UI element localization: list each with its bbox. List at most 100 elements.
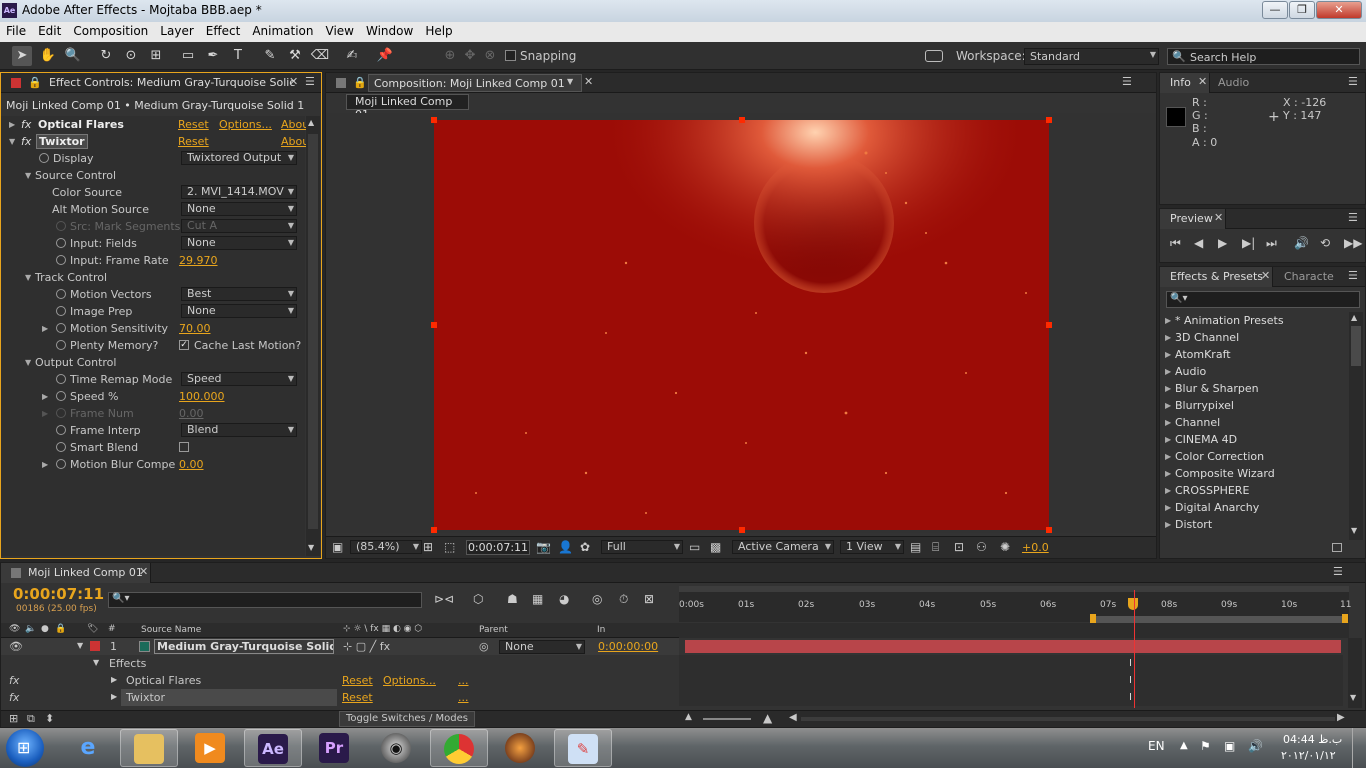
scroll-thumb[interactable]: [1351, 326, 1361, 366]
expand-triangle-icon[interactable]: ▶: [1165, 367, 1171, 376]
twixtor-about-link[interactable]: Abou: [281, 135, 309, 148]
expand-triangle-icon[interactable]: ▶: [111, 692, 117, 701]
audio-tab-title[interactable]: Audio: [1218, 76, 1249, 89]
track-control-group[interactable]: ▼ Track Control: [1, 269, 319, 286]
fx-icon[interactable]: fx: [9, 674, 19, 687]
hide-shy-layers-icon[interactable]: ☗: [507, 592, 518, 606]
current-time-indicator[interactable]: [1134, 590, 1135, 708]
collapse-triangle-icon[interactable]: ▼: [25, 171, 31, 180]
motion-blur-compe-value[interactable]: 0.00: [179, 458, 204, 471]
expand-layer-switches-icon[interactable]: ⊞: [9, 712, 18, 725]
stopwatch-icon[interactable]: [56, 374, 66, 384]
stopwatch-icon[interactable]: [56, 255, 66, 265]
layer-switches[interactable]: ⊹ ▢ ╱ fx: [343, 640, 390, 653]
roto-brush-icon[interactable]: ✍: [342, 46, 362, 66]
effects-group-row[interactable]: ▼ Effects: [1, 655, 679, 672]
fast-previews-icon[interactable]: ⌸: [932, 540, 939, 555]
snapshot-icon[interactable]: 📷: [536, 540, 551, 554]
taskbar-premiere[interactable]: Pr: [306, 729, 364, 767]
stopwatch-icon[interactable]: [56, 289, 66, 299]
axis-mode-icon[interactable]: ⊕: [440, 46, 460, 66]
list-item[interactable]: ▶ Channel: [1160, 414, 1340, 431]
expand-triangle-icon[interactable]: ▶: [1165, 503, 1171, 512]
taskbar-paint[interactable]: ✎: [554, 729, 612, 767]
zoom-slider[interactable]: [703, 718, 751, 720]
motion-blur-icon[interactable]: ◕: [559, 592, 569, 606]
lock-icon[interactable]: 🔒: [353, 76, 367, 89]
layer-name[interactable]: Medium Gray-Turquoise Solid 1: [154, 639, 334, 654]
clock-time[interactable]: 04:44 ب.ظ: [1283, 733, 1342, 746]
collapse-triangle-icon[interactable]: ▼: [77, 641, 83, 650]
eye-icon[interactable]: 👁: [9, 640, 23, 653]
optical-flares-about-link[interactable]: Abou: [281, 118, 309, 131]
table-row[interactable]: 👁 ▼ 1 Medium Gray-Turquoise Solid 1 ⊹ ▢ …: [1, 638, 679, 655]
expand-transfer-controls-icon[interactable]: ⧉: [27, 712, 35, 726]
optical-flares-options-link[interactable]: Options...: [383, 674, 436, 687]
scroll-right-icon[interactable]: ▶: [1337, 712, 1345, 723]
mask-visibility-icon[interactable]: ⬚: [444, 540, 455, 554]
network-icon[interactable]: ▣: [1224, 739, 1235, 753]
stopwatch-icon[interactable]: [56, 425, 66, 435]
scroll-up-icon[interactable]: ▲: [308, 118, 314, 127]
transparency-grid-icon[interactable]: ▩: [710, 540, 721, 554]
twixtor-layer-row[interactable]: fx ▶ Twixtor Reset ...: [1, 689, 679, 706]
hand-tool-icon[interactable]: ✋: [38, 46, 58, 66]
parent-dropdown[interactable]: None: [499, 640, 585, 654]
motion-sensitivity-value[interactable]: 70.00: [179, 322, 211, 335]
graph-editor-icon[interactable]: ⊠: [644, 592, 654, 606]
twixtor-reset-link[interactable]: Reset: [178, 135, 209, 148]
scroll-up-icon[interactable]: ▲: [1351, 313, 1357, 322]
snapping-checkbox[interactable]: [505, 50, 516, 61]
solo-icon[interactable]: ●: [41, 624, 49, 634]
expand-triangle-icon[interactable]: ▶: [1165, 333, 1171, 342]
lock-icon[interactable]: 🔒: [28, 76, 42, 89]
panel-close-x-icon[interactable]: ✕: [1198, 75, 1207, 88]
collapse-triangle-icon[interactable]: ▼: [93, 658, 99, 667]
scroll-down-icon[interactable]: ▼: [1350, 693, 1356, 702]
taskbar-media-player[interactable]: ▶: [182, 729, 240, 767]
action-center-icon[interactable]: ⚑: [1200, 739, 1211, 753]
effects-scrollbar[interactable]: ▲ ▼: [1349, 312, 1363, 540]
list-item[interactable]: ▶ Distort: [1160, 516, 1340, 533]
pen-tool-icon[interactable]: ✒: [203, 46, 223, 66]
optical-flares-layer-row[interactable]: fx ▶ Optical Flares Reset Options... ...: [1, 672, 679, 689]
stopwatch-icon[interactable]: [39, 153, 49, 163]
selection-tool-icon[interactable]: ➤: [12, 46, 32, 66]
menu-animation[interactable]: Animation: [246, 22, 319, 38]
layer-duration-bar[interactable]: [685, 640, 1341, 653]
toggle-pixel-aspect-icon[interactable]: ▤: [910, 540, 921, 554]
display-dropdown[interactable]: Twixtored Output: [181, 151, 297, 165]
expand-triangle-icon[interactable]: ▶: [1165, 401, 1171, 410]
active-camera-dropdown[interactable]: Active Camera: [732, 540, 834, 554]
brainstorm-icon[interactable]: ◎: [592, 592, 602, 606]
rectangle-tool-icon[interactable]: ▭: [178, 46, 198, 66]
close-button[interactable]: ✕: [1316, 1, 1362, 19]
taskbar-chrome[interactable]: [430, 729, 488, 767]
region-of-interest-icon[interactable]: ▭: [689, 540, 700, 554]
scroll-down-icon[interactable]: ▼: [308, 543, 314, 552]
optical-flares-effect-row[interactable]: ▶ fx Optical Flares Reset Options... Abo…: [1, 116, 319, 133]
panel-close-x-icon[interactable]: ✕: [1214, 211, 1223, 224]
expand-triangle-icon[interactable]: ▶: [1165, 469, 1171, 478]
brush-tool-icon[interactable]: ✎: [260, 46, 280, 66]
timeline-horizontal-scrollbar[interactable]: [801, 717, 1335, 721]
expand-in-out-icon[interactable]: ⬍: [45, 712, 54, 725]
parent-header[interactable]: Parent: [479, 625, 508, 635]
loop-icon[interactable]: ⟲: [1320, 236, 1330, 250]
language-indicator[interactable]: EN: [1148, 739, 1165, 753]
list-item[interactable]: ▶ * Animation Presets: [1160, 312, 1340, 329]
expand-triangle-icon[interactable]: ▶: [1165, 384, 1171, 393]
image-prep-dropdown[interactable]: None: [181, 304, 297, 318]
composition-viewer[interactable]: [326, 113, 1156, 533]
fx-icon[interactable]: fx: [21, 118, 31, 131]
expand-triangle-icon[interactable]: ▶: [42, 392, 48, 401]
list-item[interactable]: ▶ Color Correction: [1160, 448, 1340, 465]
zoom-in-icon[interactable]: ▲: [763, 711, 772, 725]
collapse-triangle-icon[interactable]: ▼: [25, 273, 31, 282]
menu-window[interactable]: Window: [360, 22, 419, 38]
rotate-tool-icon[interactable]: ↻: [96, 46, 116, 66]
panel-close-icon[interactable]: [11, 78, 21, 88]
work-area-bar[interactable]: [679, 586, 1349, 592]
menu-file[interactable]: File: [0, 22, 32, 38]
always-preview-icon[interactable]: ▣: [332, 540, 343, 554]
